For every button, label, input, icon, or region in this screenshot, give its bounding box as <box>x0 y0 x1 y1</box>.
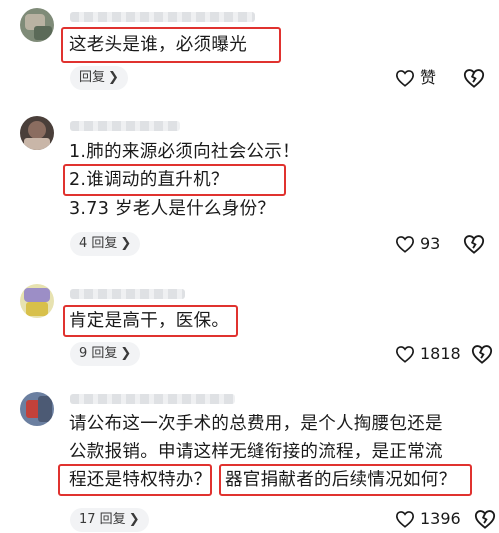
avatar[interactable] <box>20 116 54 150</box>
like-count: 1818 <box>420 344 461 363</box>
avatar[interactable] <box>20 8 54 42</box>
chevron-right-icon: ❯ <box>120 346 132 361</box>
comment-text: 3.73 岁老人是什么身份？ <box>69 199 276 219</box>
comment-text: 器官捐献者的后续情况如何？ <box>225 470 457 490</box>
username-blurred <box>70 12 255 22</box>
broken-heart-icon[interactable] <box>463 67 485 89</box>
heart-icon <box>395 511 415 528</box>
reply-button[interactable]: 4 回复 ❯ <box>70 232 141 256</box>
reply-label: 17 回复 <box>79 512 126 527</box>
comment-text: 这老头是谁，必须曝光 <box>69 35 247 55</box>
comment-text: 公款报销。申请这样无缝衔接的流程，是正常流 <box>69 442 443 462</box>
username-blurred <box>70 121 180 131</box>
comment-text: 2.谁调动的直升机？ <box>69 170 229 190</box>
heart-icon <box>395 236 415 253</box>
reply-label: 4 回复 <box>79 236 118 251</box>
comment-text: 1.肺的来源必须向社会公示！ <box>69 142 300 162</box>
avatar[interactable] <box>20 392 54 426</box>
comment-text: 肯定是高干，医保。 <box>69 311 230 331</box>
like-button[interactable]: 93 <box>395 232 440 256</box>
username-blurred <box>70 289 185 299</box>
comment-text: 程还是特权特办？ <box>69 470 212 490</box>
broken-heart-icon[interactable] <box>463 233 485 255</box>
chevron-right-icon: ❯ <box>108 70 119 85</box>
broken-heart-icon[interactable] <box>471 343 493 365</box>
like-button[interactable]: 赞 <box>395 66 436 90</box>
like-count: 93 <box>420 234 441 253</box>
heart-icon <box>395 346 415 363</box>
reply-button[interactable]: 17 回复 ❯ <box>70 508 149 532</box>
broken-heart-icon[interactable] <box>474 508 496 530</box>
like-label: 赞 <box>420 68 437 87</box>
username-blurred <box>70 394 235 404</box>
reply-label: 回复 <box>79 70 106 85</box>
like-button[interactable]: 1818 <box>395 342 461 366</box>
reply-button[interactable]: 9 回复 ❯ <box>70 342 141 366</box>
chevron-right-icon: ❯ <box>128 512 140 527</box>
reply-label: 9 回复 <box>79 346 118 361</box>
avatar[interactable] <box>20 284 54 318</box>
like-count: 1396 <box>420 509 461 528</box>
like-button[interactable]: 1396 <box>395 507 461 531</box>
chevron-right-icon: ❯ <box>120 236 132 251</box>
heart-icon <box>395 70 415 87</box>
reply-button[interactable]: 回复 ❯ <box>70 66 128 90</box>
comment-text: 请公布这一次手术的总费用，是个人掏腰包还是 <box>69 414 443 434</box>
